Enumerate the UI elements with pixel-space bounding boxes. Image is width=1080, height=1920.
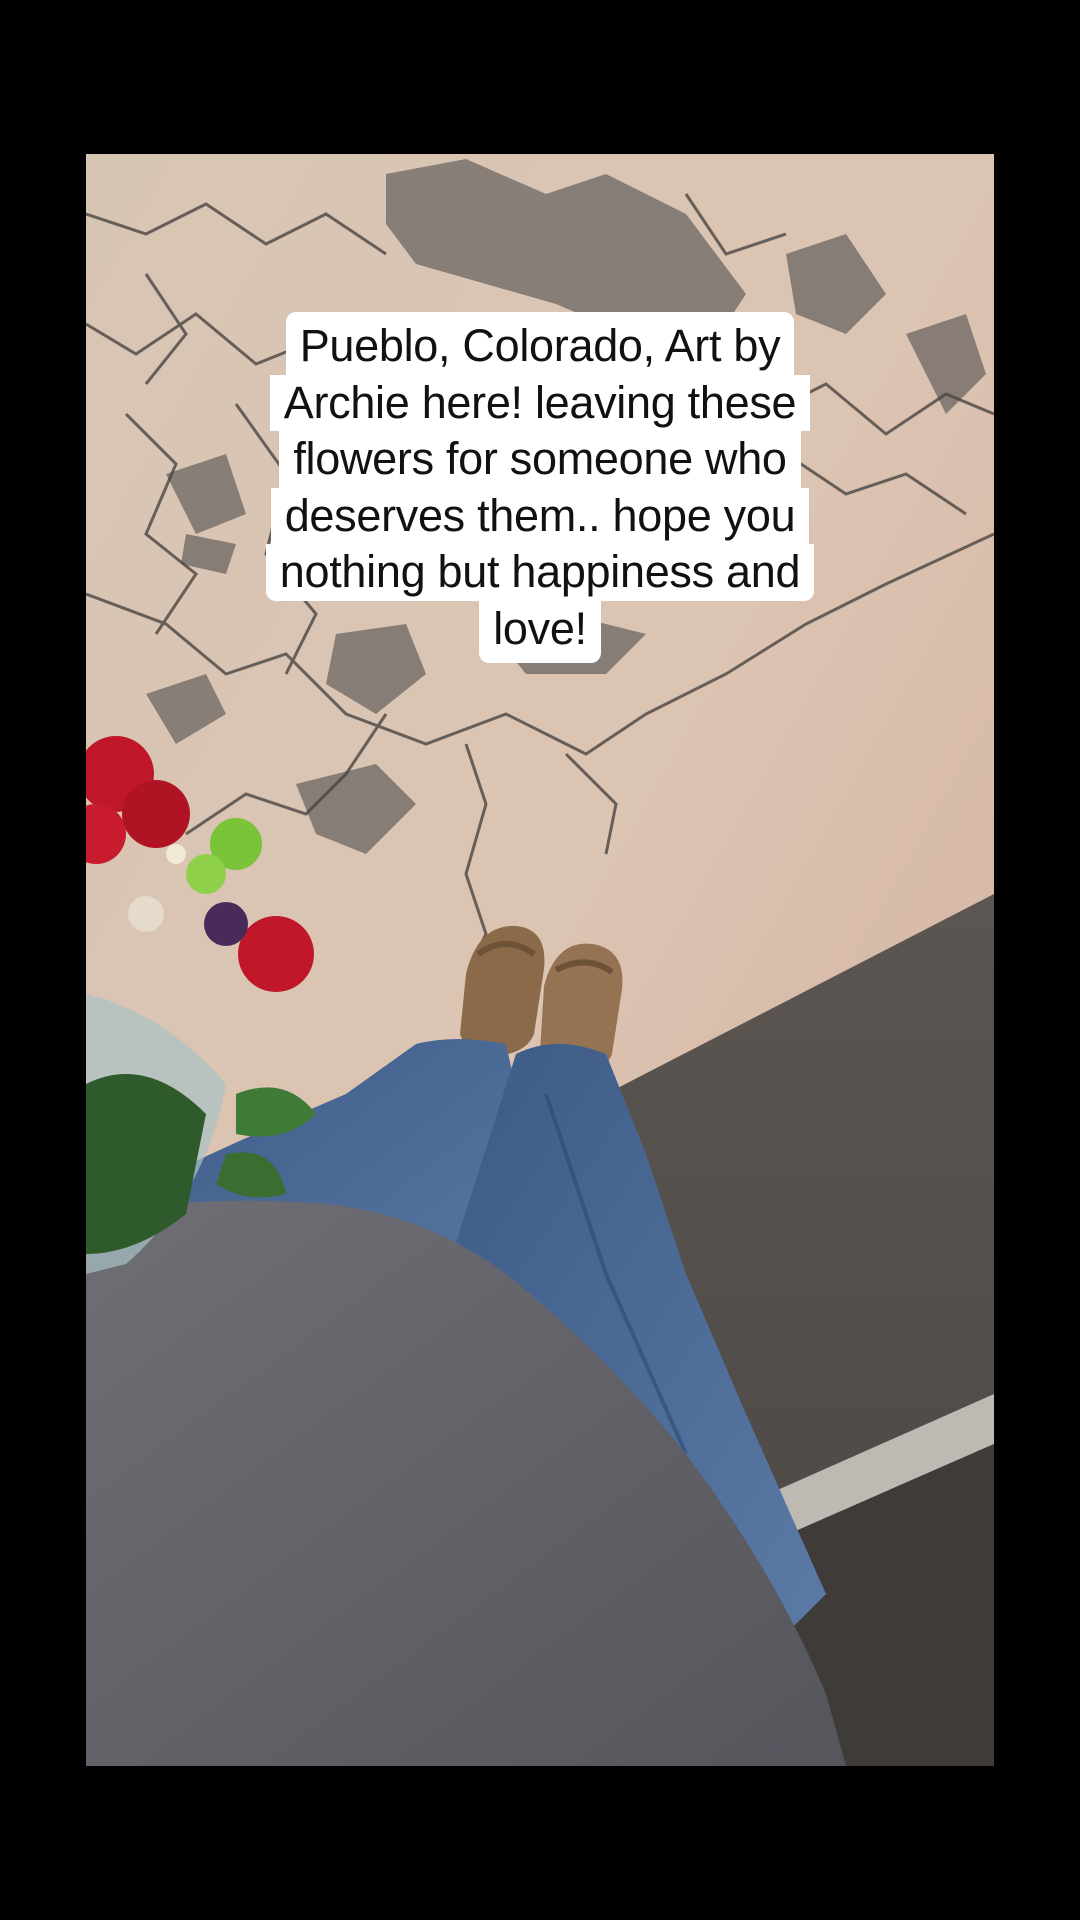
caption-line-1: Pueblo, Colorado, Art by bbox=[285, 312, 795, 375]
caption-line-2: Archie here! leaving these bbox=[269, 374, 811, 431]
caption-line-5: nothing but happiness and bbox=[265, 544, 815, 601]
caption-line-6: love! bbox=[479, 600, 601, 663]
caption-line-4: deserves them.. hope you bbox=[270, 487, 810, 544]
caption-line-3: flowers for someone who bbox=[279, 431, 801, 488]
video-frame: Pueblo, Colorado, Art by Archie here! le… bbox=[0, 0, 1080, 1920]
video-caption: Pueblo, Colorado, Art by Archie here! le… bbox=[86, 312, 994, 663]
